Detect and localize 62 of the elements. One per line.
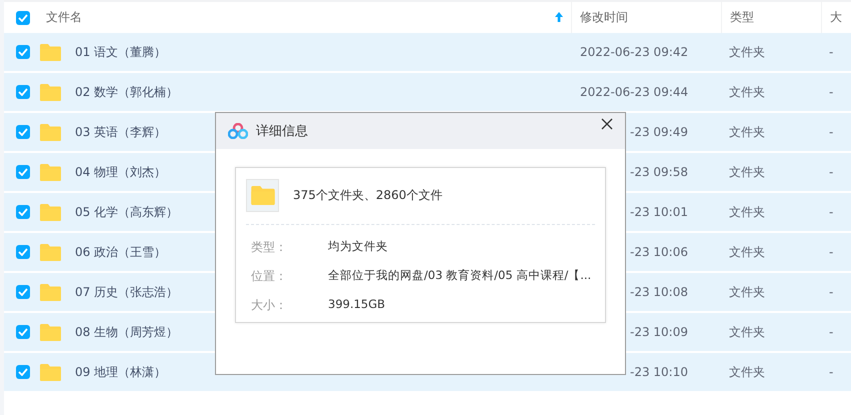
file-name[interactable]: 02 数学（郭化楠） xyxy=(75,84,178,100)
file-size: - xyxy=(828,165,834,179)
column-header[interactable]: 文件名 xyxy=(46,9,82,26)
checkbox[interactable] xyxy=(16,245,30,259)
file-size: - xyxy=(828,285,834,299)
modified-time: -23 09:58 xyxy=(629,165,689,179)
file-size: - xyxy=(828,45,834,59)
file-name[interactable]: 06 政治（王雪） xyxy=(75,244,166,260)
modified-time: -23 10:08 xyxy=(629,285,689,299)
file-type: 文件夹 xyxy=(728,84,766,100)
field-value: 399.15GB xyxy=(328,297,386,313)
field-value: 全部位于我的网盘/03 教育资料/05 高中课程/【... xyxy=(328,268,592,284)
modified-time: -23 09:49 xyxy=(629,125,689,139)
file-name[interactable]: 07 历史（张志浩） xyxy=(75,284,178,300)
checkbox[interactable] xyxy=(16,365,30,379)
field-label: 位置： xyxy=(251,268,288,285)
file-name[interactable]: 09 地理（林潇） xyxy=(75,364,166,380)
file-name[interactable]: 01 语文（董腾） xyxy=(75,44,166,60)
modified-time: 2022-06-23 09:44 xyxy=(579,85,690,99)
file-name[interactable]: 04 物理（刘杰） xyxy=(75,164,166,180)
sort-arrow-icon[interactable] xyxy=(555,12,563,22)
file-type: 文件夹 xyxy=(728,284,766,300)
checkbox[interactable] xyxy=(16,125,30,139)
file-name[interactable]: 05 化学（高东辉） xyxy=(75,204,178,220)
file-size: - xyxy=(828,205,834,219)
cloud-logo-icon xyxy=(228,123,248,139)
file-size: - xyxy=(828,245,834,259)
summary-text: 375个文件夹、2860个文件 xyxy=(293,187,442,204)
field-label: 类型： xyxy=(251,239,288,256)
file-type: 文件夹 xyxy=(728,164,766,180)
folder-icon xyxy=(250,186,274,205)
close-button[interactable] xyxy=(599,116,615,132)
checkbox[interactable] xyxy=(16,325,30,339)
column-header[interactable]: 修改时间 xyxy=(580,9,628,26)
modified-time: -23 10:10 xyxy=(629,365,689,379)
modified-time: -23 10:06 xyxy=(629,245,689,259)
checkbox[interactable] xyxy=(16,165,30,179)
checkbox[interactable] xyxy=(16,10,30,24)
column-header[interactable]: 大 xyxy=(830,9,842,26)
file-name[interactable]: 03 英语（李辉） xyxy=(75,124,166,140)
file-name[interactable]: 08 生物（周芳煜） xyxy=(75,324,178,340)
file-type: 文件夹 xyxy=(728,244,766,260)
file-type: 文件夹 xyxy=(728,124,766,140)
file-size: - xyxy=(828,365,834,379)
modified-time: -23 10:09 xyxy=(629,325,689,339)
checkbox[interactable] xyxy=(16,45,30,59)
checkbox[interactable] xyxy=(16,85,30,99)
file-type: 文件夹 xyxy=(728,44,766,60)
modified-time: 2022-06-23 09:42 xyxy=(579,45,690,59)
dialog-title: 详细信息 xyxy=(256,123,309,140)
file-size: - xyxy=(828,325,834,339)
column-header[interactable]: 类型 xyxy=(730,9,754,26)
file-size: - xyxy=(828,125,834,139)
file-type: 文件夹 xyxy=(728,364,766,380)
file-type: 文件夹 xyxy=(728,204,766,220)
modified-time: -23 10:01 xyxy=(629,205,689,219)
checkbox[interactable] xyxy=(16,205,30,219)
field-value: 均为文件夹 xyxy=(328,239,389,255)
checkbox[interactable] xyxy=(16,285,30,299)
file-size: - xyxy=(828,85,834,99)
field-label: 大小： xyxy=(251,297,288,314)
file-type: 文件夹 xyxy=(728,324,766,340)
